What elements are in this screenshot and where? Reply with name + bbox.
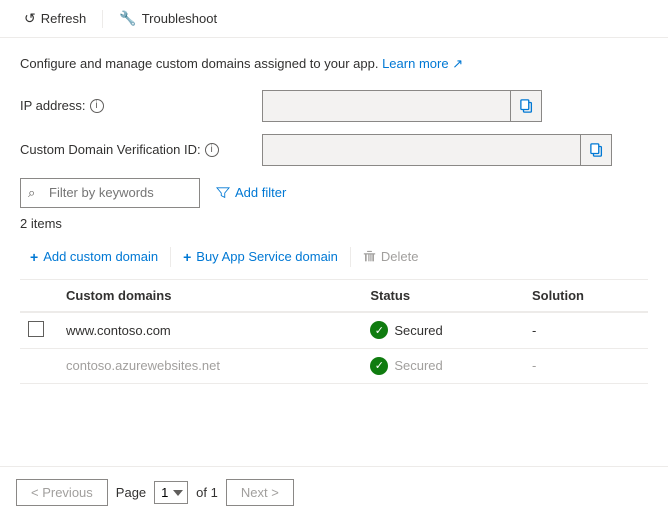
of-label: of 1 (196, 485, 218, 500)
status-text: Secured (394, 323, 442, 338)
add-custom-domain-icon: + (30, 249, 38, 265)
copy-icon-2 (590, 143, 604, 157)
ip-address-row: IP address: i (20, 90, 648, 122)
toolbar-separator (102, 10, 103, 28)
pagination: < Previous Page 1 of 1 Next > (0, 466, 668, 518)
ip-address-info-icon[interactable]: i (90, 99, 104, 113)
verification-id-field-wrap (262, 134, 612, 166)
table-header-row: Custom domains Status Solution (20, 280, 648, 312)
add-filter-button[interactable]: Add filter (208, 181, 294, 204)
troubleshoot-label: Troubleshoot (142, 11, 217, 26)
add-custom-domain-button[interactable]: + Add custom domain (20, 243, 168, 271)
solution-cell: - (522, 348, 648, 383)
delete-icon (363, 250, 376, 263)
page-label: Page (116, 485, 146, 500)
secured-icon: ✓ (370, 321, 388, 339)
checkbox-column-header (20, 280, 56, 312)
verification-id-row: Custom Domain Verification ID: i (20, 134, 648, 166)
action-bar: + Add custom domain + Buy App Service do… (20, 243, 648, 280)
main-content: Configure and manage custom domains assi… (0, 38, 668, 400)
buy-domain-icon: + (183, 249, 191, 265)
external-link-icon: ↗ (452, 56, 463, 71)
row-checkbox[interactable] (28, 321, 44, 337)
status-column-header: Status (360, 280, 522, 312)
verification-id-copy-button[interactable] (580, 134, 612, 166)
learn-more-link[interactable]: Learn more ↗ (382, 56, 463, 71)
delete-button[interactable]: Delete (353, 243, 429, 270)
copy-icon (520, 99, 534, 113)
domain-cell: www.contoso.com (56, 312, 360, 349)
ip-address-label: IP address: i (20, 98, 250, 113)
status-cell: ✓ Secured (360, 312, 522, 349)
filter-bar: ⌕ Add filter (20, 178, 648, 208)
filter-input-wrap: ⌕ (20, 178, 200, 208)
description-text: Configure and manage custom domains assi… (20, 56, 378, 71)
next-button[interactable]: Next > (226, 479, 294, 506)
table-row[interactable]: www.contoso.com ✓ Secured - (20, 312, 648, 349)
filter-input[interactable] (20, 178, 200, 208)
refresh-icon: ↺ (24, 10, 36, 27)
verification-id-input[interactable] (262, 134, 612, 166)
domain-table: Custom domains Status Solution www.conto… (20, 280, 648, 384)
toolbar: ↺ Refresh 🔧 Troubleshoot (0, 0, 668, 38)
domain-cell: contoso.azurewebsites.net (56, 348, 360, 383)
status-text: Secured (394, 358, 442, 373)
search-icon: ⌕ (28, 185, 35, 201)
secured-icon: ✓ (370, 357, 388, 375)
ip-address-input[interactable] (262, 90, 542, 122)
description: Configure and manage custom domains assi… (20, 54, 648, 74)
troubleshoot-icon: 🔧 (119, 10, 136, 27)
ip-address-field-wrap (262, 90, 542, 122)
troubleshoot-button[interactable]: 🔧 Troubleshoot (111, 6, 225, 31)
page-select[interactable]: 1 (154, 481, 188, 504)
item-count: 2 items (20, 216, 648, 231)
buy-app-service-domain-button[interactable]: + Buy App Service domain (173, 243, 348, 271)
solution-cell: - (522, 312, 648, 349)
action-separator-1 (170, 247, 171, 267)
ip-address-copy-button[interactable] (510, 90, 542, 122)
solution-column-header: Solution (522, 280, 648, 312)
custom-domains-column-header: Custom domains (56, 280, 360, 312)
status-cell: ✓ Secured (360, 348, 522, 383)
action-separator-2 (350, 247, 351, 267)
refresh-button[interactable]: ↺ Refresh (16, 6, 94, 31)
refresh-label: Refresh (41, 11, 87, 26)
previous-button[interactable]: < Previous (16, 479, 108, 506)
table-row[interactable]: contoso.azurewebsites.net ✓ Secured - (20, 348, 648, 383)
verification-id-label: Custom Domain Verification ID: i (20, 142, 250, 157)
verification-id-info-icon[interactable]: i (205, 143, 219, 157)
filter-icon (216, 186, 230, 200)
